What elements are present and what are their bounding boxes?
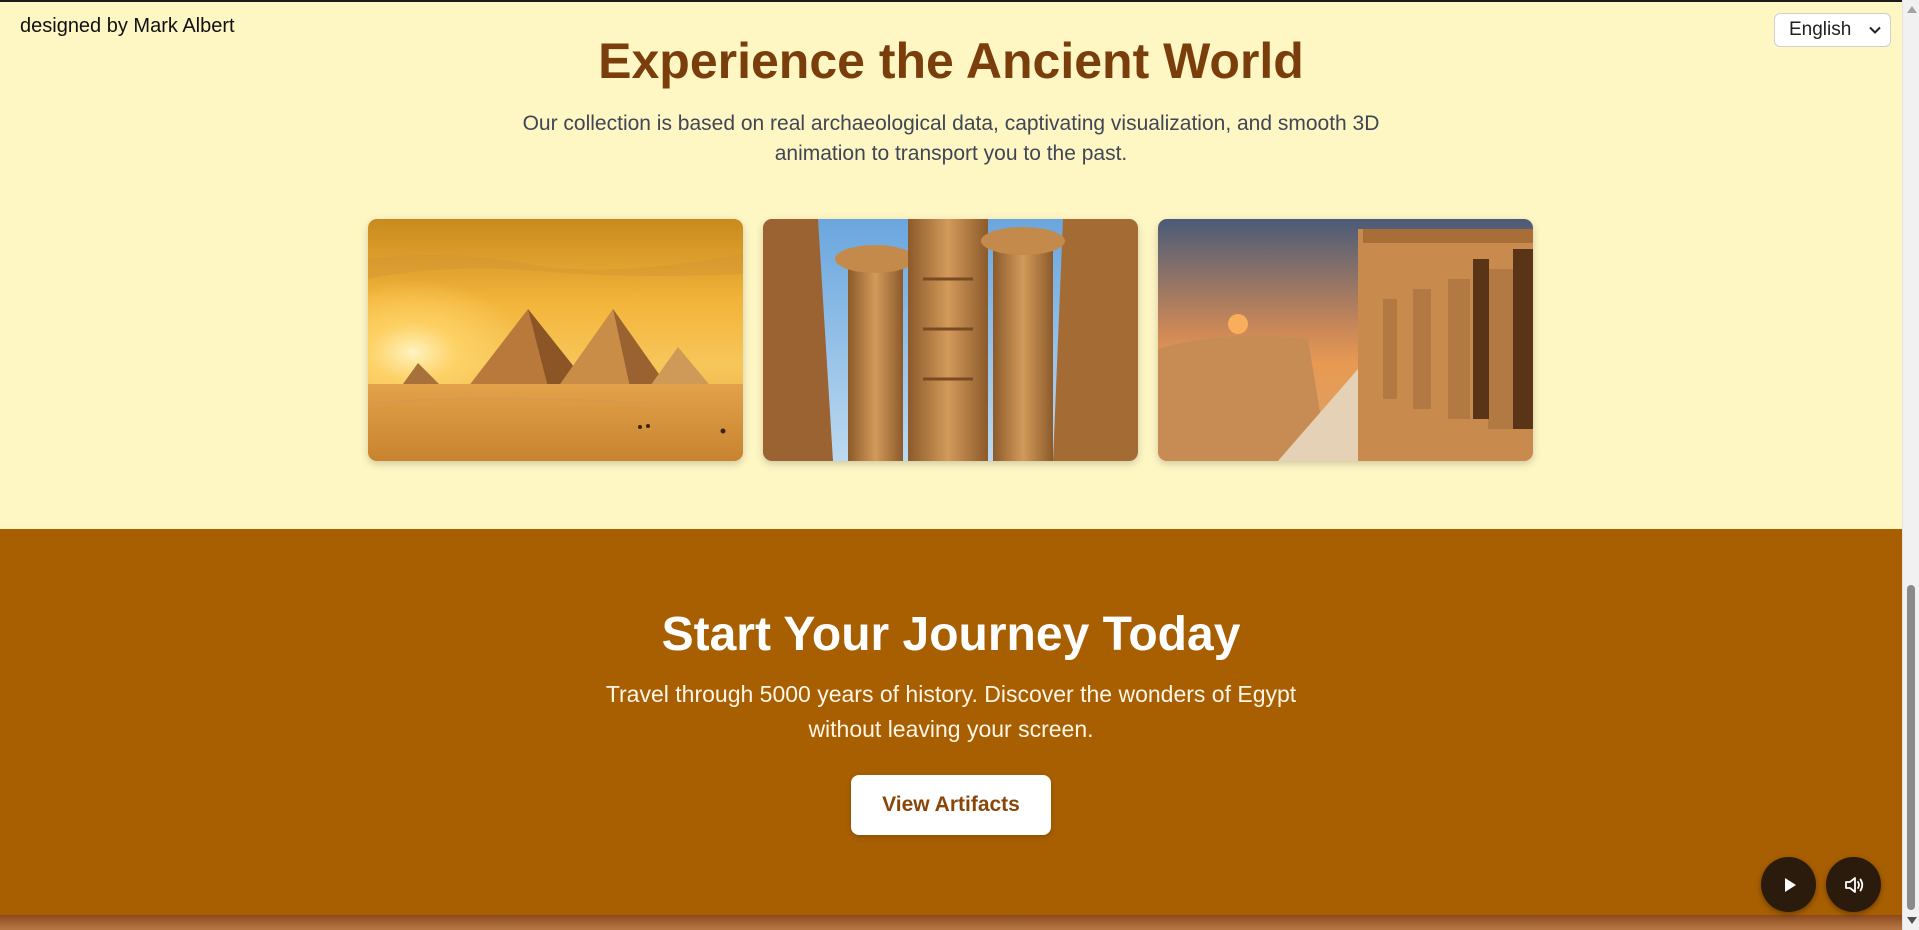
hero-subtitle: Our collection is based on real archaeol… [522,112,1380,165]
volume-icon [1844,876,1863,893]
experience-section: designed by Mark Albert English Experien… [0,2,1902,529]
journey-title: Start Your Journey Today [661,608,1241,661]
journey-section: Start Your Journey Today Travel through … [0,529,1902,915]
volume-button[interactable] [1826,857,1881,912]
temple-colonnade-image [1158,219,1533,461]
image-gallery [368,219,1533,461]
scroll-thumb[interactable] [1907,585,1915,910]
scroll-down-arrow-icon[interactable] [1907,917,1917,924]
play-icon [1784,877,1796,892]
footer-strip [0,915,1902,930]
vertical-scrollbar[interactable] [1902,0,1919,930]
temple-columns-image [763,219,1138,461]
scroll-up-arrow-icon[interactable] [1907,6,1917,13]
view-artifacts-button[interactable]: View Artifacts [851,775,1051,835]
hero-title: Experience the Ancient World [598,33,1304,89]
play-button[interactable] [1761,857,1816,912]
journey-subtitle: Travel through 5000 years of history. Di… [605,681,1297,742]
page: designed by Mark Albert English Experien… [0,2,1902,930]
pyramids-image [368,219,743,461]
